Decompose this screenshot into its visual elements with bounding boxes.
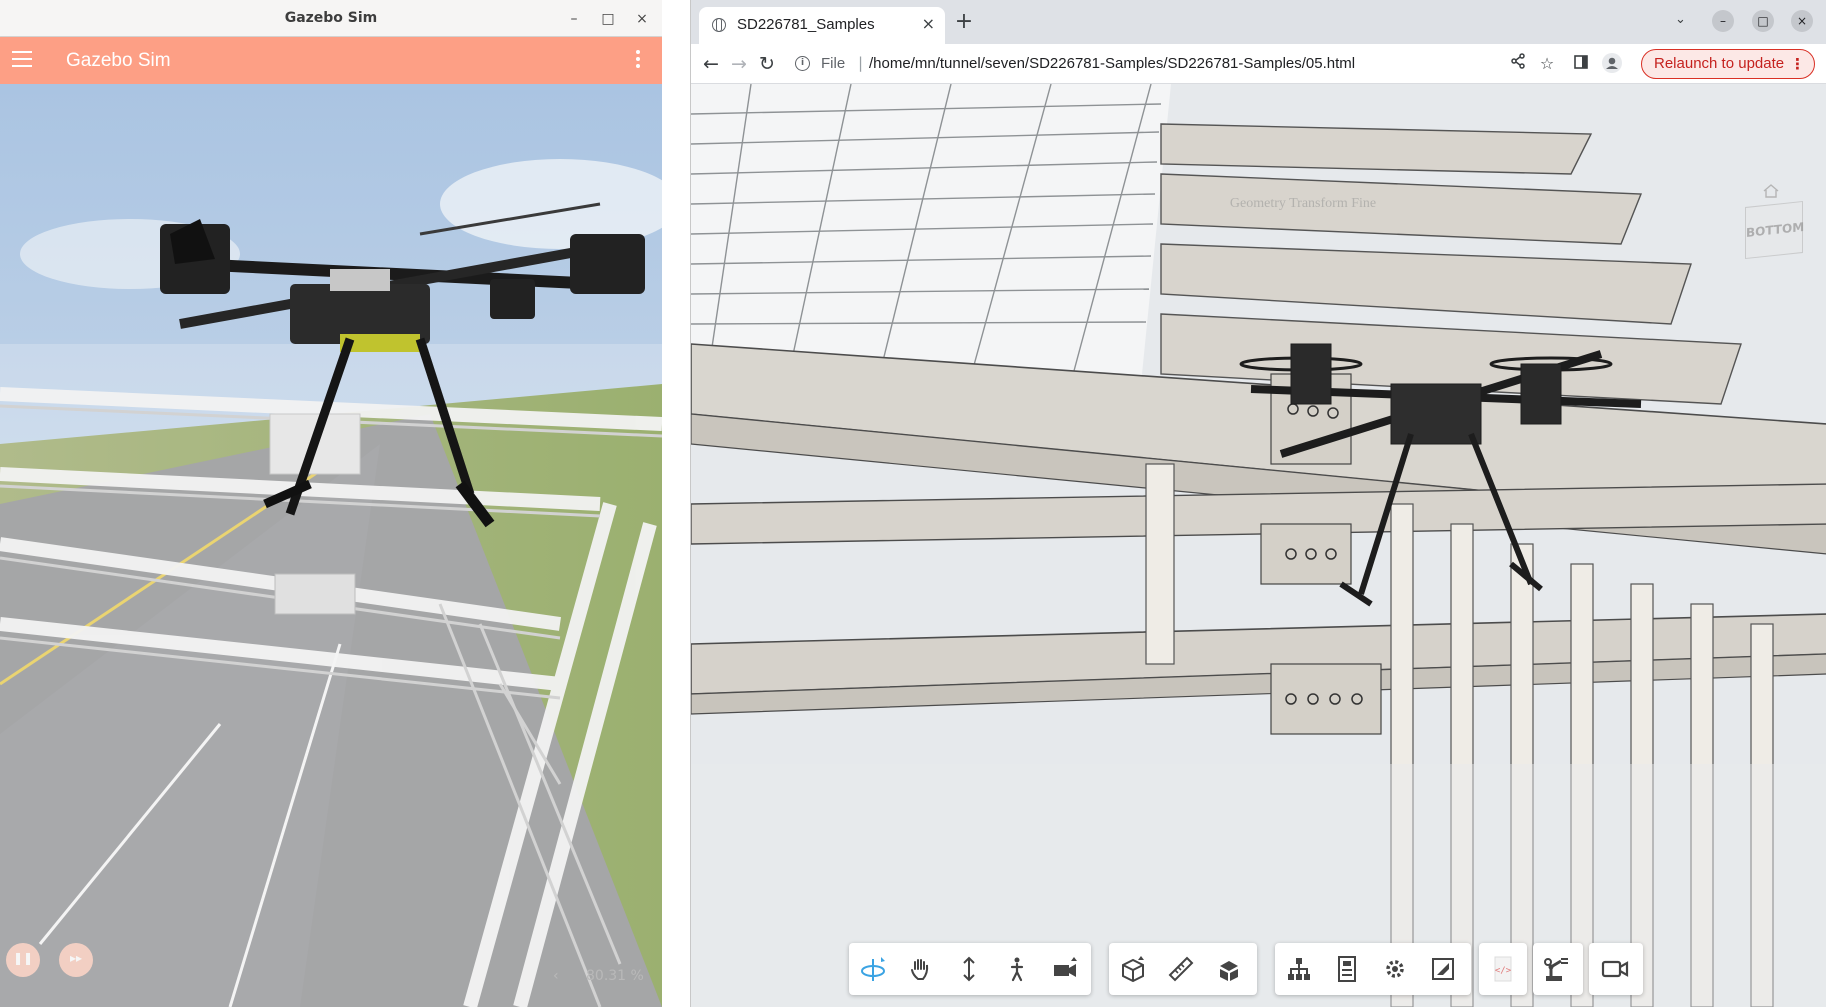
browser-close-button[interactable]: × xyxy=(1791,10,1813,32)
video-camera-button[interactable] xyxy=(1591,943,1639,995)
real-time-factor: 80.31 % xyxy=(586,968,644,984)
video-group xyxy=(1589,943,1643,995)
properties-button[interactable] xyxy=(1323,943,1371,995)
bim-model-scene[interactable] xyxy=(691,84,1826,1007)
relaunch-label: Relaunch to update xyxy=(1654,55,1785,72)
tab-strip: SD226781_Samples × + ⌄ – □ × xyxy=(691,0,1826,44)
relaunch-to-update-button[interactable]: Relaunch to update ⋮ xyxy=(1641,49,1815,79)
browser-menu-icon[interactable]: ⋮ xyxy=(1790,55,1805,73)
robot-group xyxy=(1533,943,1583,995)
share-icon[interactable] xyxy=(1507,53,1529,75)
url-scheme: File xyxy=(821,55,846,72)
extension-group: </> xyxy=(1479,943,1527,995)
model-tools-group xyxy=(1109,943,1257,995)
pause-icon: ❚❚ xyxy=(12,951,34,965)
robot-arm-button[interactable] xyxy=(1533,943,1581,995)
gazebo-titlebar: Gazebo Sim – □ × xyxy=(0,0,662,37)
viewcube-face-label: BOTTOM xyxy=(1746,219,1805,240)
pan-button[interactable] xyxy=(897,943,945,995)
settings-tools-group xyxy=(1275,943,1471,995)
reload-button[interactable]: ↻ xyxy=(754,51,780,77)
camera-icon xyxy=(1054,957,1077,977)
hamburger-menu-icon[interactable] xyxy=(12,51,32,69)
pause-button[interactable]: ❚❚ xyxy=(6,943,40,977)
tab-sd226781-samples[interactable]: SD226781_Samples × xyxy=(699,7,945,44)
first-person-icon xyxy=(1010,957,1024,982)
settings-icon xyxy=(1386,960,1404,978)
browser-window: SD226781_Samples × + ⌄ – □ × ← → ↻ i Fil… xyxy=(690,0,1826,1007)
explode-button[interactable] xyxy=(1205,943,1253,995)
tab-search-chevron-icon[interactable]: ⌄ xyxy=(1675,12,1686,27)
fullscreen-button[interactable] xyxy=(1419,943,1467,995)
rtf-chevron-left-icon[interactable]: ‹ xyxy=(553,968,559,984)
robot-arm-icon xyxy=(1544,958,1568,981)
back-button[interactable]: ← xyxy=(698,51,724,77)
model-browser-icon xyxy=(1288,958,1310,980)
explode-icon xyxy=(1220,961,1238,981)
tab-title: SD226781_Samples xyxy=(737,16,875,33)
site-info-icon[interactable]: i xyxy=(795,56,810,71)
properties-icon xyxy=(1338,956,1356,982)
navigation-tools-group xyxy=(849,943,1091,995)
viewcube[interactable]: BOTTOM xyxy=(1745,200,1805,260)
measure-button[interactable] xyxy=(1157,943,1205,995)
orbit-icon xyxy=(861,957,885,981)
first-person-button[interactable] xyxy=(993,943,1041,995)
orbit-button[interactable] xyxy=(849,943,897,995)
video-camera-icon xyxy=(1601,960,1629,978)
browser-minimize-button[interactable]: – xyxy=(1712,10,1734,32)
gazebo-app-bar: Gazebo Sim xyxy=(0,37,662,84)
geometry-transform-label: Geometry Transform Fine xyxy=(1229,196,1377,211)
zoom-button[interactable] xyxy=(945,943,993,995)
browser-toolbar: ← → ↻ i File | /home/mn/tunnel/seven/SD2… xyxy=(691,44,1826,84)
section-button[interactable] xyxy=(1109,943,1157,995)
code-icon: </> xyxy=(1494,956,1512,982)
settings-button[interactable] xyxy=(1371,943,1419,995)
pan-icon xyxy=(911,959,929,980)
gazebo-app-title: Gazebo Sim xyxy=(66,50,171,71)
gazebo-minimize-button[interactable]: – xyxy=(563,8,585,30)
tab-close-icon[interactable]: × xyxy=(922,14,935,33)
home-icon[interactable] xyxy=(1763,184,1779,198)
svg-text:</>: </> xyxy=(1495,966,1512,976)
fullscreen-icon xyxy=(1432,958,1454,980)
address-bar[interactable]: i File | /home/mn/tunnel/seven/SD226781-… xyxy=(791,49,1495,79)
gazebo-3d-scene[interactable] xyxy=(0,84,662,1007)
globe-icon xyxy=(712,18,726,32)
gazebo-maximize-button[interactable]: □ xyxy=(597,8,619,30)
step-button[interactable]: ▸▸ xyxy=(59,943,93,977)
forward-button[interactable]: → xyxy=(726,51,752,77)
url-separator: | xyxy=(858,54,864,72)
zoom-icon xyxy=(963,956,975,982)
measure-icon xyxy=(1168,956,1194,982)
gazebo-close-button[interactable]: × xyxy=(631,8,653,30)
step-icon: ▸▸ xyxy=(69,951,83,965)
camera-button[interactable] xyxy=(1041,943,1089,995)
profile-avatar-icon[interactable] xyxy=(1601,53,1623,75)
model-browser-button[interactable] xyxy=(1275,943,1323,995)
side-panel-icon[interactable] xyxy=(1570,53,1592,75)
bookmark-star-icon[interactable]: ☆ xyxy=(1536,53,1558,75)
more-options-icon[interactable] xyxy=(636,50,640,71)
browser-maximize-button[interactable]: □ xyxy=(1752,10,1774,32)
section-box-icon xyxy=(1122,956,1144,983)
url-text[interactable]: /home/mn/tunnel/seven/SD226781-Samples/S… xyxy=(869,55,1355,72)
new-tab-button[interactable]: + xyxy=(951,9,977,35)
forge-3d-viewer[interactable]: Geometry Transform Fine BOTTOM </> xyxy=(691,84,1826,1007)
gazebo-window: Gazebo Sim – □ × Gazebo Sim ❚❚ ▸▸ ‹ 80.3… xyxy=(0,0,662,1007)
code-button[interactable]: </> xyxy=(1479,943,1527,995)
